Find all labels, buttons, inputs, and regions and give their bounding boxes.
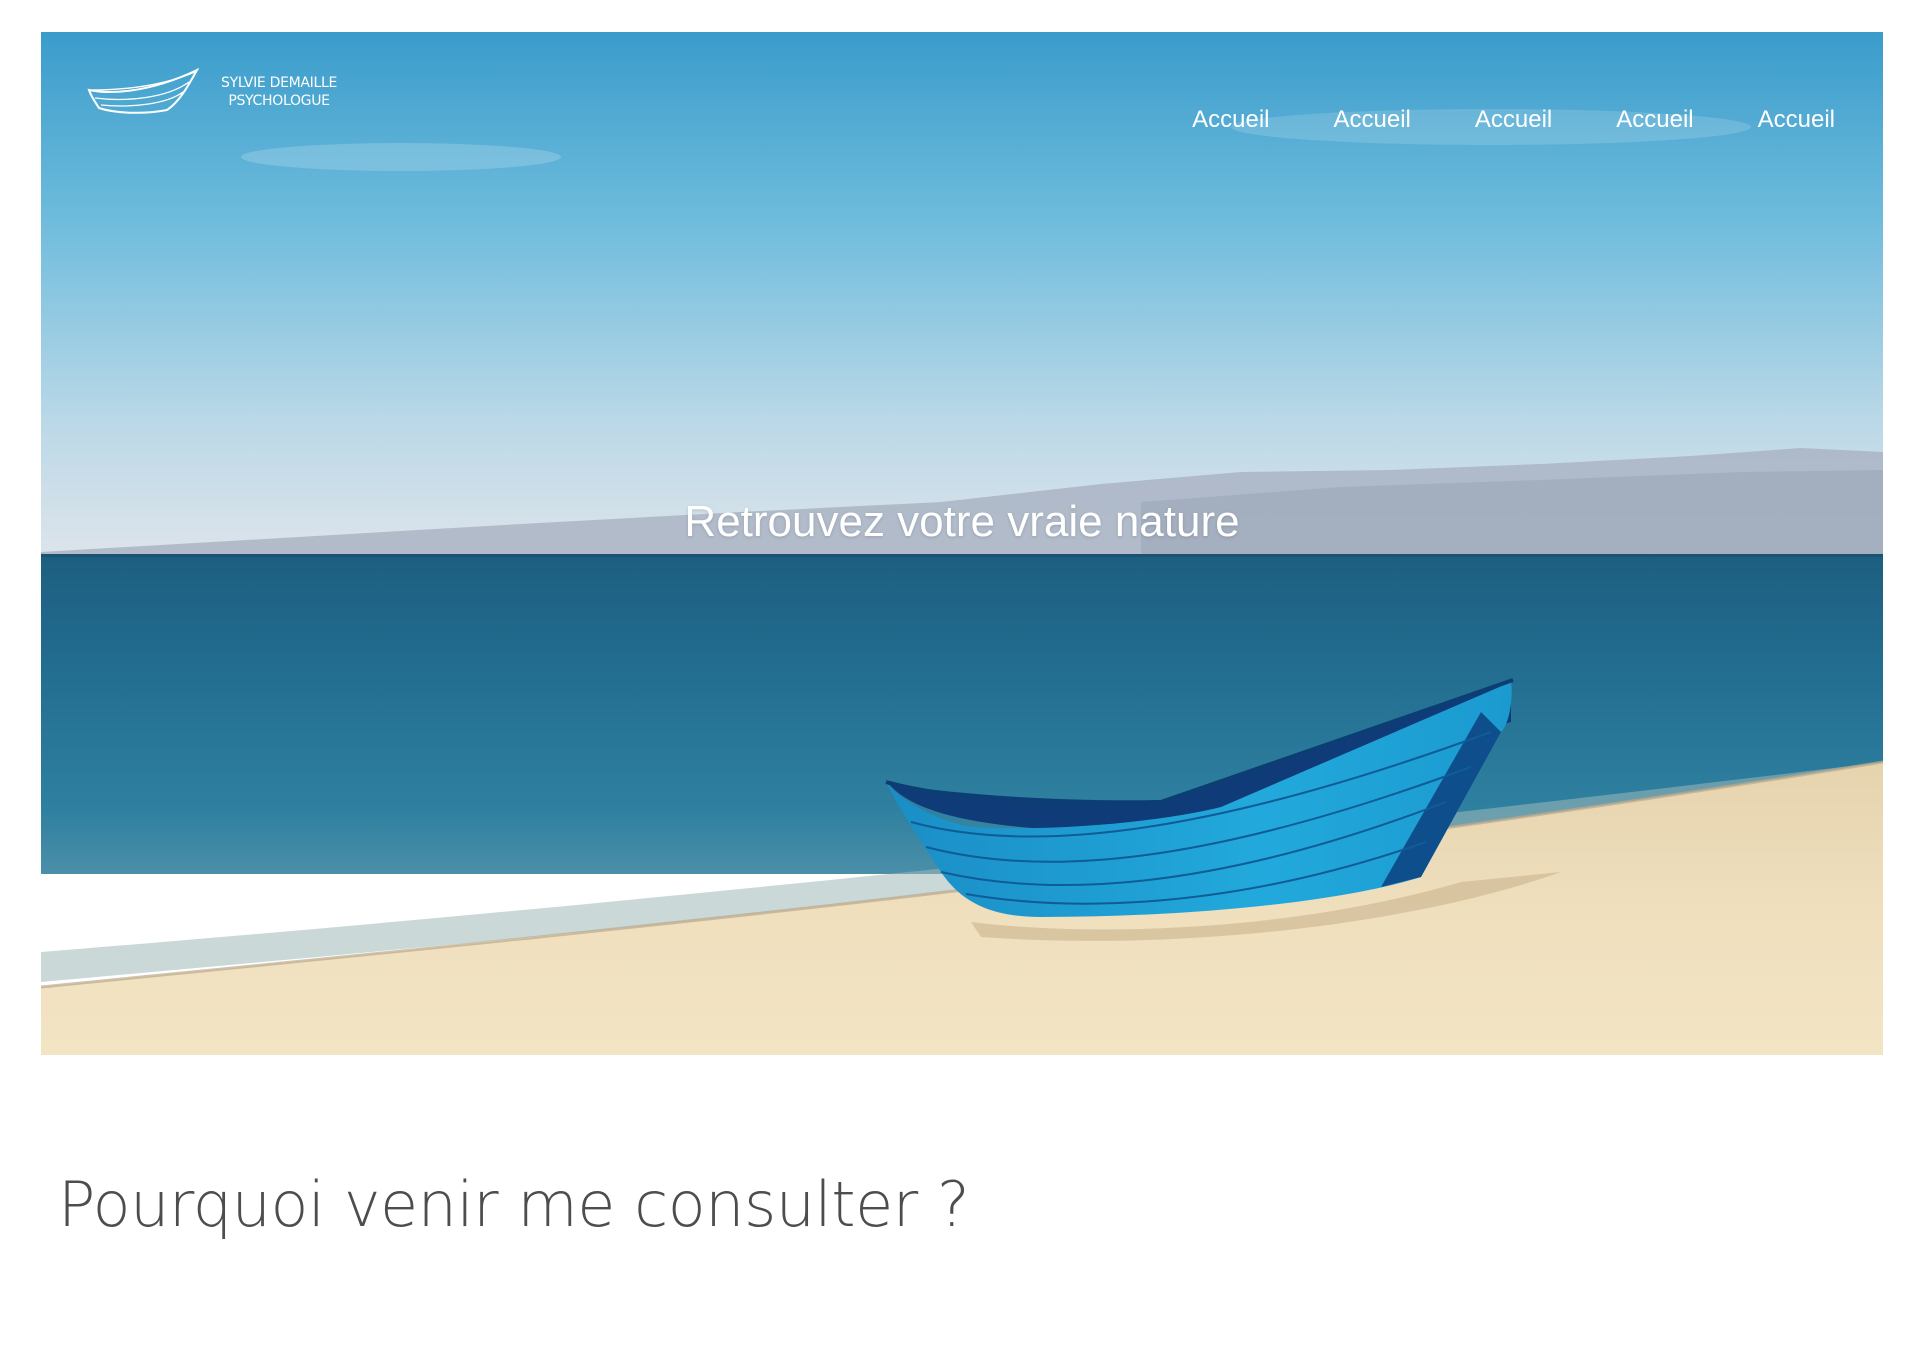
- brand-name-line1: SYLVIE DEMAILLE: [221, 75, 338, 91]
- brand-name: SYLVIE DEMAILLE PSYCHOLOGUE: [221, 74, 337, 110]
- boat-icon: [87, 68, 199, 114]
- nav-item-accueil-2[interactable]: Accueil: [1334, 106, 1411, 134]
- nav-item-accueil-5[interactable]: Accueil: [1758, 106, 1835, 134]
- main-nav: Accueil Accueil Accueil Accueil Accueil: [1192, 106, 1835, 134]
- site-logo[interactable]: SYLVIE DEMAILLE PSYCHOLOGUE: [87, 68, 337, 116]
- hero-banner: SYLVIE DEMAILLE PSYCHOLOGUE Accueil Accu…: [41, 32, 1883, 1055]
- nav-item-accueil-3[interactable]: Accueil: [1475, 106, 1552, 134]
- page: SYLVIE DEMAILLE PSYCHOLOGUE Accueil Accu…: [0, 0, 1920, 1350]
- nav-item-accueil-1[interactable]: Accueil: [1192, 106, 1269, 134]
- brand-name-line2: PSYCHOLOGUE: [228, 93, 330, 109]
- nav-item-accueil-4[interactable]: Accueil: [1616, 106, 1693, 134]
- site-header: SYLVIE DEMAILLE PSYCHOLOGUE Accueil Accu…: [41, 32, 1883, 162]
- hero-headline: Retrouvez votre vraie nature: [684, 497, 1240, 546]
- section-title: Pourquoi venir me consulter ?: [58, 1168, 970, 1241]
